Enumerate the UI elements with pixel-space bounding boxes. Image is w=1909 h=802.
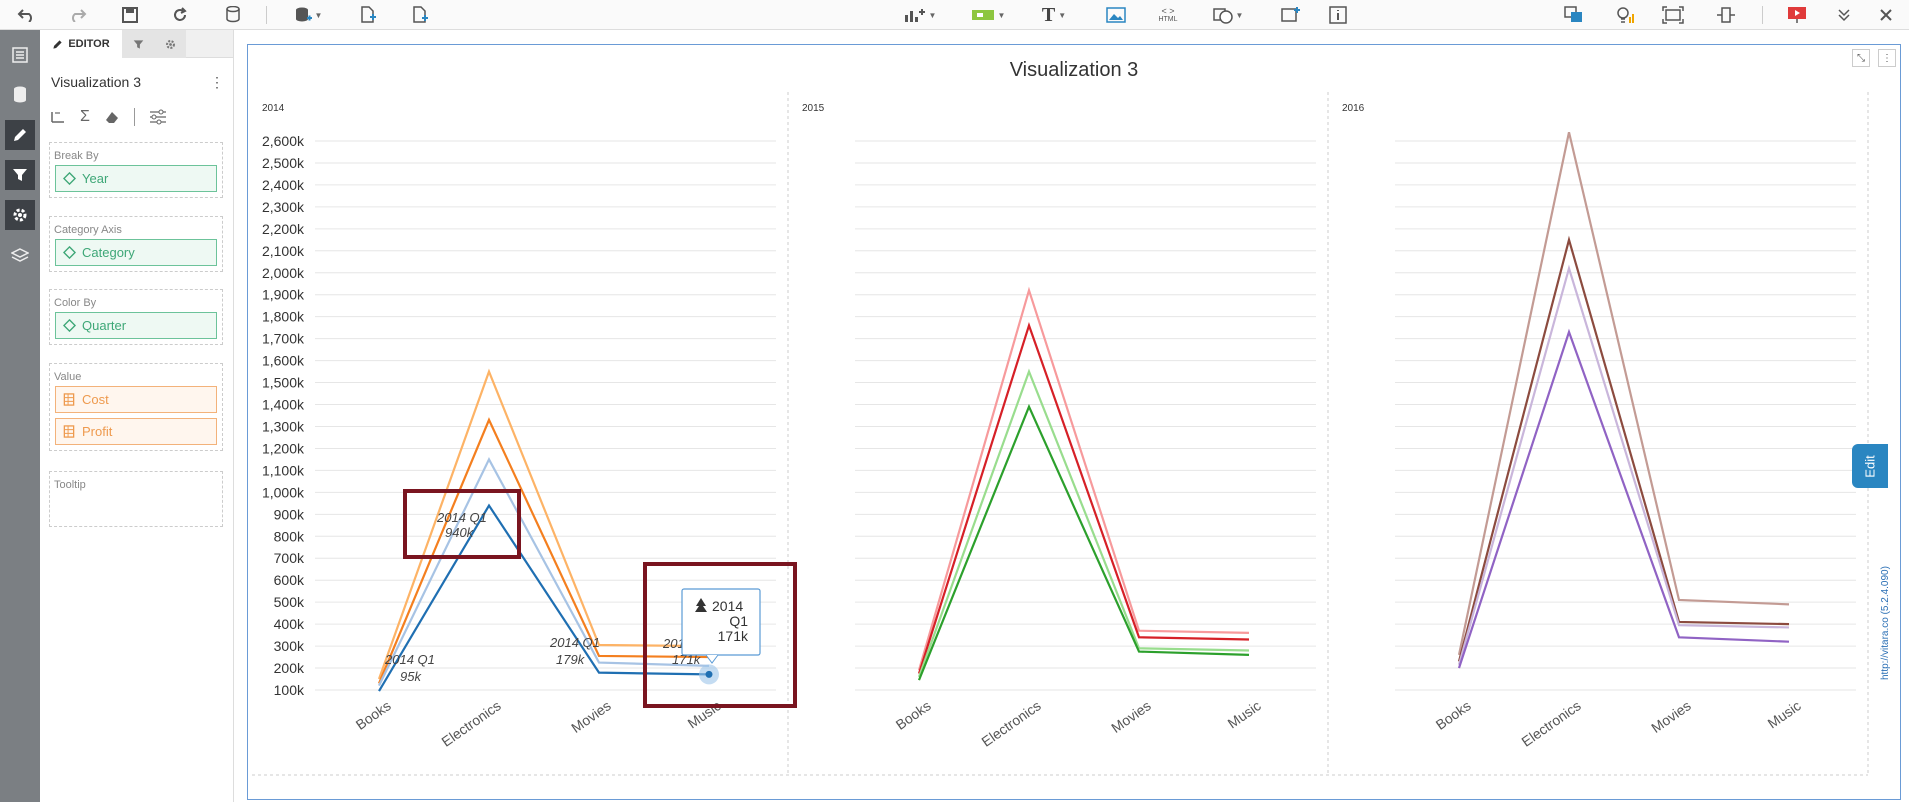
top-toolbar: ▼ ▼ ▼ T ▼ < > HTML ▼: [0, 0, 1909, 30]
html-icon[interactable]: < > HTML: [1152, 3, 1184, 27]
measure-table-icon: [63, 393, 75, 406]
fit-screen-icon[interactable]: [1660, 3, 1686, 27]
toolbar-divider: [1762, 6, 1763, 24]
save-icon[interactable]: [118, 3, 142, 27]
filter-icon[interactable]: [5, 160, 35, 190]
close-icon[interactable]: [1874, 3, 1898, 27]
new-page-icon[interactable]: [408, 3, 432, 27]
break-by-label: Break By: [54, 150, 99, 162]
color-by-label: Color By: [54, 297, 97, 309]
add-datasource-icon[interactable]: ▼: [288, 3, 328, 27]
visualization-name: Visualization 3: [51, 74, 142, 90]
editor-pencil-icon[interactable]: [5, 120, 35, 150]
info-panel-icon[interactable]: [1326, 3, 1350, 27]
settings-gear-icon[interactable]: [5, 200, 35, 230]
tab-editor[interactable]: EDITOR: [40, 30, 122, 58]
profit-measure-pill[interactable]: Profit: [55, 418, 217, 445]
dimension-diamond-icon: [63, 246, 76, 259]
layers-stack-icon[interactable]: [5, 240, 35, 270]
value-label: Value: [54, 371, 82, 383]
measure-table-icon: [63, 425, 75, 438]
pencil-icon: [53, 39, 62, 49]
kebab-menu-icon[interactable]: ⋮: [210, 74, 224, 91]
refresh-icon[interactable]: [168, 3, 192, 27]
filter-icon: [133, 39, 143, 49]
tab-editor-label: EDITOR: [68, 38, 110, 50]
shapes-icon[interactable]: ▼: [1206, 3, 1250, 27]
edit-side-button[interactable]: Edit: [1852, 444, 1888, 488]
vitara-watermark-link[interactable]: http://vitara.co (5.2.4.090): [1880, 560, 1891, 680]
toolbar-divider: [266, 6, 267, 24]
dimension-diamond-icon: [63, 172, 76, 185]
chart-title: Visualization 3: [1009, 59, 1139, 81]
pages-list-icon[interactable]: [5, 40, 35, 70]
presentation-icon[interactable]: [1784, 3, 1810, 27]
tab-filter[interactable]: [122, 30, 154, 58]
html-label: HTML: [1158, 16, 1178, 23]
collapse-chevron-icon[interactable]: [1832, 3, 1856, 27]
redo-icon[interactable]: [66, 3, 90, 27]
left-icon-rail: [0, 30, 40, 802]
insights-bulb-icon[interactable]: [1612, 3, 1638, 27]
datasets-icon[interactable]: [5, 80, 35, 110]
text-icon[interactable]: T ▼: [1034, 3, 1074, 27]
year-pill-label: Year: [82, 171, 109, 186]
value-zone[interactable]: Value Cost Profit: [49, 363, 223, 451]
category-axis-label: Category Axis: [54, 224, 122, 236]
profit-pill-label: Profit: [82, 424, 113, 439]
quarter-dimension-pill[interactable]: Quarter: [55, 312, 217, 339]
gear-icon: [165, 39, 175, 49]
editor-tools: Σ: [50, 106, 167, 128]
color-theme-icon[interactable]: ▼: [966, 3, 1010, 27]
panel-tabs: EDITOR: [40, 30, 233, 58]
sigma-icon[interactable]: Σ: [80, 108, 90, 126]
color-by-zone[interactable]: Color By Quarter: [49, 289, 223, 345]
category-dimension-pill[interactable]: Category: [55, 239, 217, 266]
sliders-icon[interactable]: [149, 109, 167, 125]
add-panel-icon[interactable]: [1278, 3, 1304, 27]
add-chart-icon[interactable]: ▼: [900, 3, 940, 27]
year-dimension-pill[interactable]: Year: [55, 165, 217, 192]
layers-icon[interactable]: [1562, 3, 1586, 27]
tools-divider: [133, 108, 135, 126]
break-by-zone[interactable]: Break By Year: [49, 142, 223, 198]
image-icon[interactable]: [1104, 3, 1128, 27]
category-pill-label: Category: [82, 245, 135, 260]
tooltip-label: Tooltip: [54, 479, 86, 491]
eraser-icon[interactable]: [104, 110, 120, 124]
axis-swap-icon[interactable]: [50, 110, 66, 124]
editor-panel: EDITOR Visualization 3 ⋮ Σ Break By Year…: [40, 30, 234, 802]
tooltip-zone[interactable]: Tooltip: [49, 471, 223, 527]
category-axis-zone[interactable]: Category Axis Category: [49, 216, 223, 272]
duplicate-page-icon[interactable]: [356, 3, 380, 27]
tab-settings[interactable]: [154, 30, 186, 58]
quarter-pill-label: Quarter: [82, 318, 127, 333]
fit-width-icon[interactable]: [1714, 3, 1738, 27]
undo-icon[interactable]: [14, 3, 38, 27]
cost-measure-pill[interactable]: Cost: [55, 386, 217, 413]
dimension-diamond-icon: [63, 319, 76, 332]
chart-menu-icon[interactable]: ⋮: [1878, 49, 1896, 67]
visualization-canvas[interactable]: Visualization 3 ⤡ ⋮: [247, 44, 1901, 800]
minimize-icon[interactable]: ⤡: [1852, 49, 1870, 67]
cost-pill-label: Cost: [82, 392, 109, 407]
database-settings-icon[interactable]: [222, 3, 246, 27]
edit-label: Edit: [1862, 454, 1878, 478]
